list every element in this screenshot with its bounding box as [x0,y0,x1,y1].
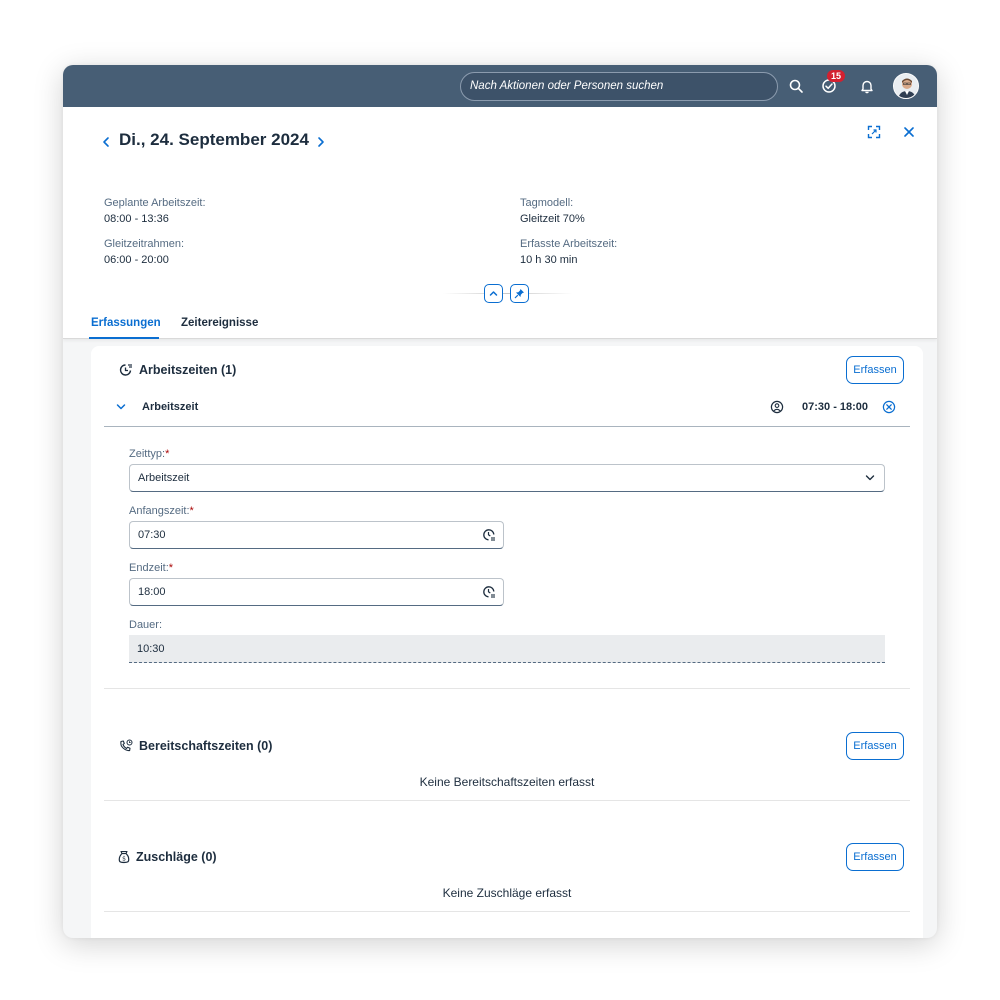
dauer-label: Dauer: [129,619,163,631]
recorded-time-label: Erfasste Arbeitszeit: [520,238,618,250]
item-time-range: 07:30 - 18:00 [802,401,869,413]
person-icon [770,400,784,414]
anfangszeit-input[interactable]: 07:30 [129,521,504,549]
close-icon[interactable] [902,125,916,139]
clock-list-icon [119,363,133,377]
time-picker-icon[interactable] [482,528,496,542]
app-window: Nach Aktionen oder Personen suchen 15 Di… [63,65,937,938]
flextime-frame-label: Gleitzeitrahmen: [104,238,185,250]
tab-erfassungen[interactable]: Erfassungen [91,317,161,329]
shell-bar: Nach Aktionen oder Personen suchen 15 [63,65,937,107]
content-card: Arbeitszeiten (1) Erfassen Arbeitszeit 0… [91,346,923,938]
active-tab-indicator [89,337,159,339]
dauer-field: 10:30 [129,635,885,663]
endzeit-input[interactable]: 18:00 [129,578,504,606]
section-title-arbeitszeiten: Arbeitszeiten (1) [139,363,237,377]
add-bereitschaft-button[interactable]: Erfassen [846,732,904,760]
notification-badge: 15 [827,70,846,82]
item-divider [104,426,910,427]
bell-icon[interactable] [859,78,875,94]
fullscreen-icon[interactable] [867,125,881,139]
header-divider [443,293,573,294]
collapse-header-button[interactable] [484,284,503,303]
svg-text:$: $ [122,856,126,863]
empty-zuschlaege-text: Keine Zuschläge erfasst [442,886,572,900]
section-divider [104,800,910,801]
planned-time-value: 08:00 - 13:36 [104,213,169,225]
flextime-frame-value: 06:00 - 20:00 [104,254,169,266]
section-divider [104,911,910,912]
zeittyp-select[interactable]: Arbeitszeit [129,464,885,492]
recorded-time-value: 10 h 30 min [520,254,578,266]
add-zuschlag-button[interactable]: Erfassen [846,843,904,871]
phone-clock-icon [119,739,133,753]
page-title: Di., 24. September 2024 [119,130,309,149]
zeittyp-label: Zeittyp:* [129,448,170,460]
item-label: Arbeitszeit [142,401,199,413]
endzeit-label: Endzeit:* [129,562,174,574]
section-title-bereitschaftszeiten: Bereitschaftszeiten (0) [139,739,273,753]
anfangszeit-label: Anfangszeit:* [129,505,194,517]
day-model-value: Gleitzeit 70% [520,213,585,225]
delete-icon[interactable] [882,400,896,414]
time-picker-icon[interactable] [482,585,496,599]
search-input[interactable]: Nach Aktionen oder Personen suchen [460,72,778,101]
pin-header-button[interactable] [510,284,529,303]
day-model-label: Tagmodell: [520,197,574,209]
chevron-down-icon[interactable] [114,400,128,414]
money-bag-icon: $ [117,850,131,864]
section-divider [104,688,910,689]
search-icon[interactable] [788,78,804,94]
next-day-icon[interactable] [314,135,328,149]
chevron-down-icon[interactable] [863,471,877,485]
tab-zeitereignisse[interactable]: Zeitereignisse [181,317,258,329]
empty-bereitschaft-text: Keine Bereitschaftszeiten erfasst [419,775,595,789]
add-arbeitszeit-button[interactable]: Erfassen [846,356,904,384]
object-header: Di., 24. September 2024 Geplante Arbeits… [63,107,937,339]
avatar[interactable] [893,73,919,99]
previous-day-icon[interactable] [99,135,113,149]
section-title-zuschlaege: Zuschläge (0) [136,850,217,864]
planned-time-label: Geplante Arbeitszeit: [104,197,206,209]
